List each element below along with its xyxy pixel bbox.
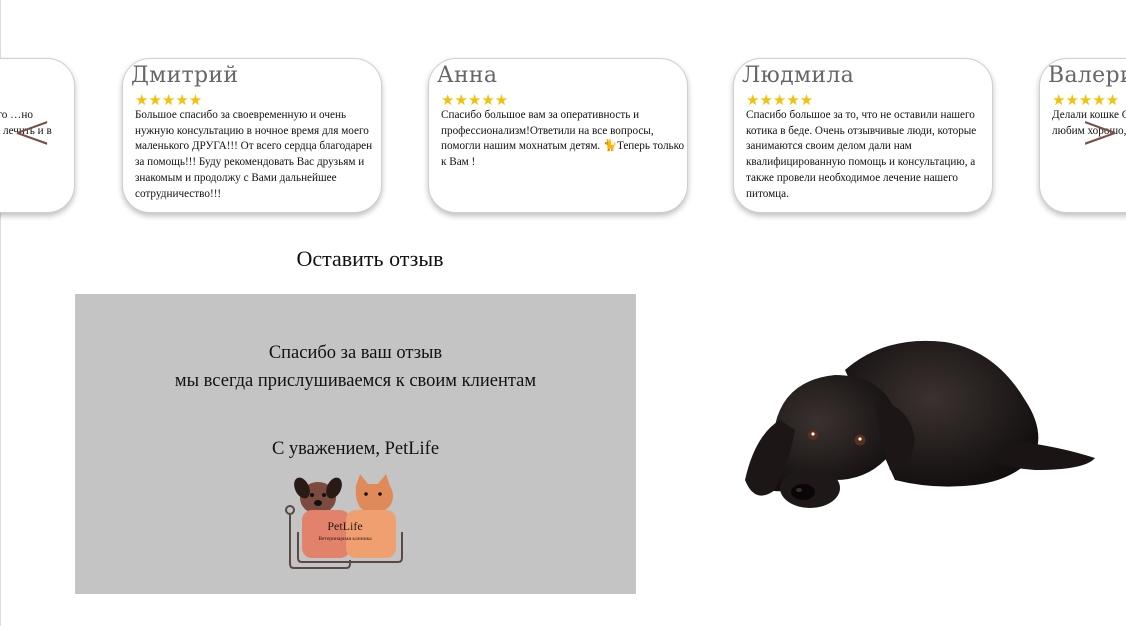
- rating-stars: ★★★★★: [441, 91, 509, 109]
- review-card: Анна ★★★★★ Спасибо большое вам за операт…: [428, 58, 688, 213]
- feedback-panel: Спасибо за ваш отзыв мы всегда прислушив…: [75, 294, 636, 594]
- rating-stars: ★★★★★: [135, 91, 203, 109]
- reviewer-name: Анна: [437, 63, 498, 88]
- reviews-carousel: клинике. …ого …но кота. и дала к лечить …: [0, 0, 1126, 230]
- reviewer-name: Дмитрий: [131, 63, 239, 88]
- logo-subtitle-text: Ветеринарная клиника: [318, 536, 372, 542]
- petlife-logo: PetLife Ветеринарная клиника: [285, 474, 403, 569]
- reviewer-name: Людмила: [742, 63, 855, 88]
- review-text: Спасибо большое вам за оперативность и п…: [441, 109, 685, 169]
- feedback-signature: С уважением, PetLife: [271, 439, 440, 459]
- carousel-prev-button[interactable]: <: [12, 104, 52, 160]
- feedback-listen: мы всегда прислушиваемся к своим клиента…: [174, 371, 537, 391]
- review-text: Спасибо большое за то, что не оставили н…: [746, 109, 977, 200]
- rating-stars: ★★★★★: [746, 91, 814, 109]
- feedback-thanks: Спасибо за ваш отзыв: [268, 343, 443, 363]
- leave-review-title[interactable]: Оставить отзыв: [230, 246, 510, 272]
- review-text: Большое спасибо за своевременную и очень…: [135, 109, 373, 200]
- logo-brand-text: PetLife: [327, 519, 362, 533]
- review-card: Дмитрий ★★★★★ Большое спасибо за своевре…: [122, 58, 382, 213]
- dog-photo: [745, 340, 1095, 508]
- carousel-next-button[interactable]: >: [1080, 104, 1120, 160]
- review-card: Людмила ★★★★★ Спасибо большое за то, что…: [733, 58, 993, 213]
- reviewer-name: Валери: [1048, 63, 1126, 88]
